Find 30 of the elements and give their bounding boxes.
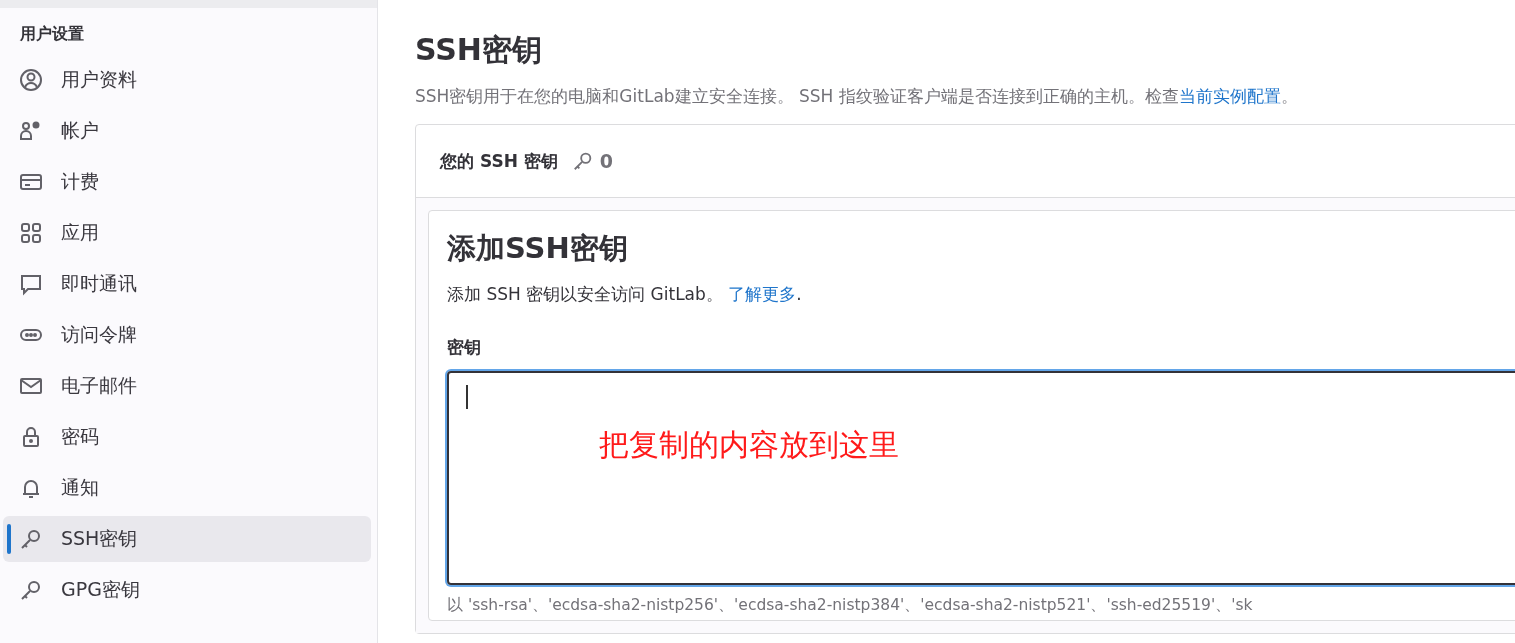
key-count: 0 [599,150,614,172]
instance-config-link[interactable]: 当前实例配置 [1178,86,1281,106]
annotation-text: 把复制的内容放到这里 [599,426,899,464]
help-text: 以 'ssh-rsa'、'ecdsa-sha2-nistp256'、'ecdsa-sha2-nistp384'、'ecdsa-sha2-nistp521'、'ssh-ed25519'、'sk [447,595,1254,616]
sidebar-item[interactable]: 帐户 [3,108,371,154]
sidebar-item[interactable]: 计费 [3,159,371,205]
key-icon [19,527,43,551]
form-title: 添加SSH密钥 [447,230,629,267]
sidebar-item[interactable]: 电子邮件 [3,363,371,409]
learn-more-link[interactable]: 了解更多 [728,284,797,304]
key-label: 密钥 [447,336,482,359]
sidebar-item[interactable]: 密码 [3,414,371,460]
grid-icon [19,221,43,245]
key-field[interactable]: 把复制的内容放到这里 [447,371,1515,585]
key-icon [19,578,43,602]
sidebar-item[interactable]: GPG密钥 [3,567,371,613]
sidebar-item[interactable]: 通知 [3,465,371,511]
card-title: 您的 SSH 密钥 [440,149,558,173]
sidebar-item[interactable]: 访问令牌 [3,312,371,358]
key-icon [571,150,594,172]
sidebar-item[interactable]: 用户资料 [3,57,371,103]
sidebar-item[interactable]: 即时通讯 [3,261,371,307]
sidebar-item[interactable]: SSH密钥 [3,516,371,562]
sidebar-heading: 用户设置 [19,23,85,45]
page-description: SSH密钥用于在您的电脑和GitLab建立安全连接。 SSH 指纹验证客户端是否连接到正确的主机。检查当前实例配置。 [415,85,1299,108]
user-icon [19,68,43,92]
form-intro: 添加 SSH 密钥以安全访问 GitLab。 了解更多. [447,283,803,306]
sidebar-item[interactable]: 应用 [3,210,371,256]
chat-bubble-icon [19,272,43,296]
page-title: SSH密钥 [415,31,543,69]
